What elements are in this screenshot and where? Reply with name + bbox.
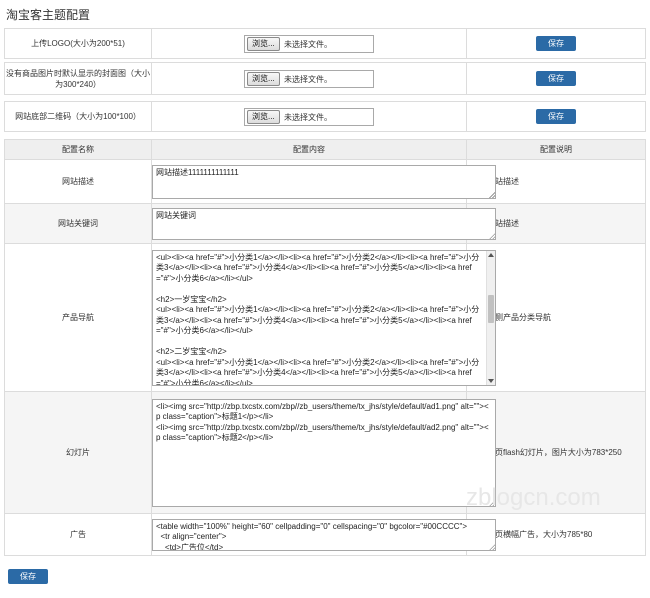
config-name: 广告 [4,513,152,556]
page-title: 淘宝客主题配置 [6,8,91,22]
config-header-row: 配置名称 配置内容 配置说明 [4,139,646,160]
config-name: 幻灯片 [4,391,152,514]
scroll-thumb[interactable] [488,294,494,323]
upload-table: 上传LOGO(大小为200*51) 浏览... 未选择文件。 保存 [4,28,646,59]
file-input[interactable]: 浏览... 未选择文件。 [244,69,374,88]
save-cover-button[interactable]: 保存 [536,71,576,86]
resize-grip-icon[interactable] [489,543,495,550]
ad-textarea[interactable]: <table width="100%" height="60" cellpadd… [152,518,496,551]
browse-button[interactable]: 浏览... [247,71,280,86]
upload-row-qrcode: 网站底部二维码（大小为100*100） 浏览... 未选择文件。 保存 [4,101,646,132]
file-status: 未选择文件。 [284,74,332,84]
resize-grip-icon[interactable] [489,191,495,198]
scroll-up-icon[interactable] [488,252,494,257]
browse-button[interactable]: 浏览... [247,109,280,124]
upload-row-logo: 上传LOGO(大小为200*51) 浏览... 未选择文件。 保存 [4,28,646,59]
config-row-ad: 广告 <table width="100%" height="60" cellp… [4,513,646,556]
resize-grip-icon[interactable] [489,232,495,239]
save-logo-button[interactable]: 保存 [536,36,576,51]
file-input[interactable]: 浏览... 未选择文件。 [244,34,374,53]
config-row-product-nav: 产品导航 <ul><li><a href="#">小分类1</a></li><l… [4,243,646,392]
config-name: 网站描述 [4,159,152,204]
scroll-down-icon[interactable] [488,378,494,383]
slideshow-textarea[interactable]: <li><img src="http://zbp.txcstx.com/zbp/… [152,398,496,507]
browse-button[interactable]: 浏览... [247,36,280,51]
column-header-content: 配置内容 [151,139,467,160]
upload-label: 没有商品图片时默认显示的封面图（大小为300*240） [4,62,152,95]
file-status: 未选择文件。 [284,112,332,122]
vertical-scrollbar[interactable] [486,250,495,385]
save-config-button[interactable]: 保存 [8,569,48,584]
upload-row-cover: 没有商品图片时默认显示的封面图（大小为300*240） 浏览... 未选择文件。… [4,62,646,95]
save-qrcode-button[interactable]: 保存 [536,109,576,124]
upload-label: 网站底部二维码（大小为100*100） [4,101,152,132]
description-textarea[interactable]: 网站描述1111111111111 [152,164,496,199]
product-nav-textarea[interactable]: <ul><li><a href="#">小分类1</a></li><li><a … [152,249,496,386]
config-row-description: 网站描述 网站描述1111111111111 首页网站描述 [4,159,646,204]
column-header-desc: 配置说明 [466,139,646,160]
config-name: 产品导航 [4,243,152,392]
upload-table: 没有商品图片时默认显示的封面图（大小为300*240） 浏览... 未选择文件。… [4,62,646,95]
column-header-name: 配置名称 [4,139,152,160]
file-input[interactable]: 浏览... 未选择文件。 [244,107,374,126]
upload-table: 网站底部二维码（大小为100*100） 浏览... 未选择文件。 保存 [4,101,646,132]
config-name: 网站关键词 [4,203,152,244]
upload-label: 上传LOGO(大小为200*51) [4,28,152,59]
keywords-textarea[interactable]: 网站关键词 [152,207,496,240]
file-status: 未选择文件。 [284,39,332,49]
watermark-text: zblogcn.com [466,484,601,511]
config-row-keywords: 网站关键词 网站关键词 首页网站描述 [4,203,646,244]
